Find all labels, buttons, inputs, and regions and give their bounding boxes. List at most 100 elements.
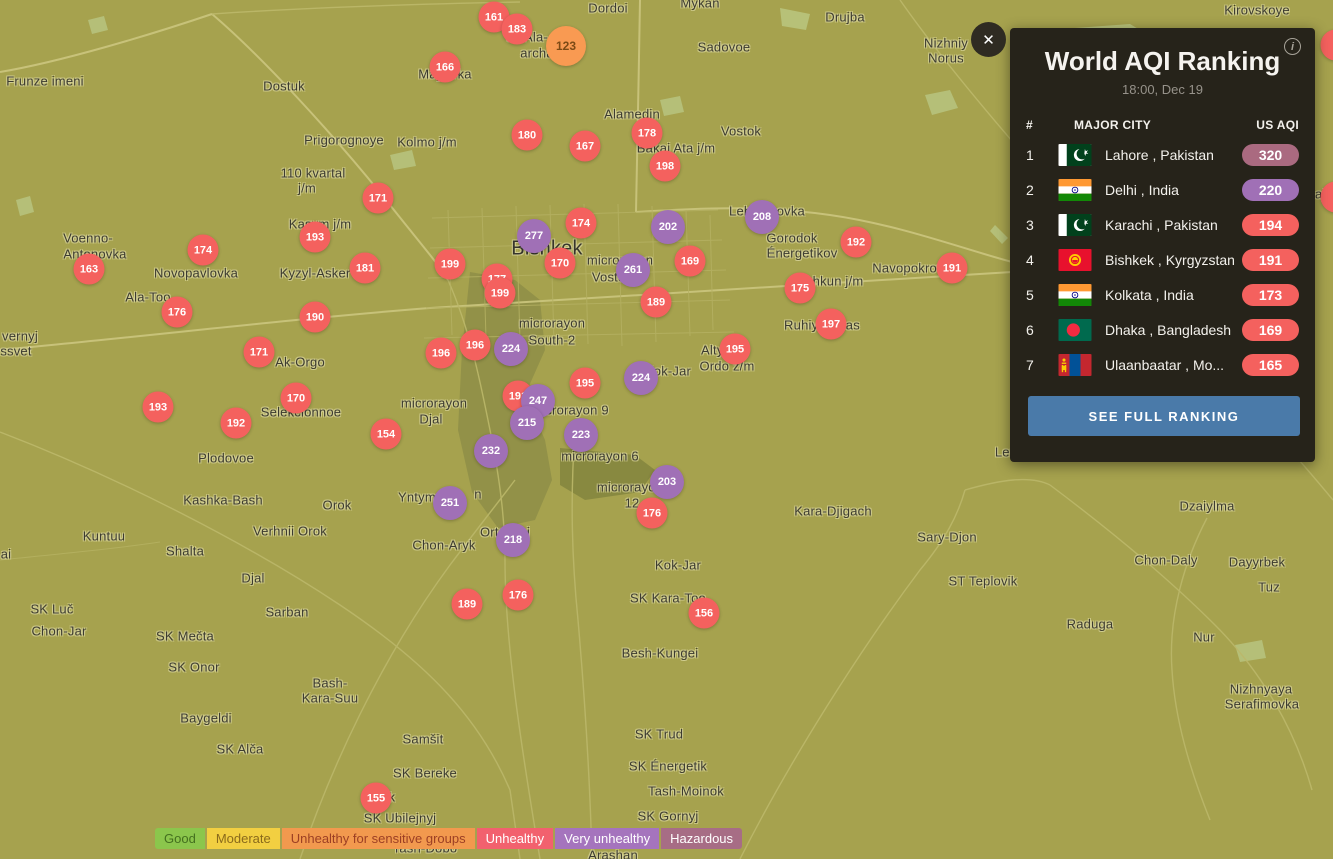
aqi-marker[interactable]: 232 (474, 434, 508, 468)
aqi-marker[interactable]: 196 (459, 329, 491, 361)
aqi-marker[interactable]: 189 (640, 286, 672, 318)
map-place-label: Kok-Jar (654, 557, 702, 573)
aqi-marker[interactable]: 180 (511, 119, 543, 151)
map-place-label: Bash- (312, 675, 348, 691)
aqi-marker[interactable]: 156 (688, 597, 720, 629)
aqi-marker[interactable]: 198 (649, 150, 681, 182)
in-flag-icon (1058, 178, 1092, 201)
aqi-marker[interactable]: 193 (142, 391, 174, 423)
aqi-marker[interactable]: 251 (433, 486, 467, 520)
aqi-marker[interactable]: 193 (299, 221, 331, 253)
aqi-marker[interactable]: 170 (544, 247, 576, 279)
aqi-marker[interactable]: 195 (719, 333, 751, 365)
map-place-label: Djal (419, 411, 443, 427)
aqi-marker[interactable]: 178 (631, 117, 663, 149)
aqi-marker[interactable]: 192 (840, 226, 872, 258)
aqi-marker[interactable]: 218 (496, 523, 530, 557)
aqi-marker[interactable]: 197 (815, 308, 847, 340)
map-place-label: Samšit (402, 731, 444, 747)
map-place-label: South-2 (528, 332, 576, 348)
aqi-marker[interactable]: 170 (280, 382, 312, 414)
close-panel-button[interactable]: ✕ (971, 22, 1006, 57)
aqi-badge: 173 (1242, 283, 1299, 306)
map-place-label: Orok (322, 497, 352, 513)
aqi-marker[interactable]: 190 (299, 301, 331, 333)
panel-timestamp: 18:00, Dec 19 (1122, 82, 1203, 97)
aqi-marker[interactable]: 277 (517, 219, 551, 253)
aqi-marker[interactable]: 208 (745, 200, 779, 234)
map-place-label: SK Bereke (393, 765, 457, 781)
map-place-label: Kirovskoye (1224, 2, 1290, 18)
aqi-marker[interactable]: 196 (425, 337, 457, 369)
legend-item: Hazardous (661, 828, 743, 849)
pk-flag-icon (1058, 143, 1092, 166)
aqi-badge: 169 (1242, 318, 1299, 341)
map-place-label: Kolmo j/m (397, 134, 457, 150)
aqi-marker[interactable]: 174 (187, 234, 219, 266)
aqi-marker[interactable]: 171 (243, 336, 275, 368)
aqi-marker[interactable]: 171 (362, 182, 394, 214)
city-name: Delhi , India (1105, 181, 1179, 198)
map-place-label: SK Alča (216, 741, 264, 757)
aqi-marker[interactable]: 215 (510, 406, 544, 440)
map-place-label: Tuz (1258, 579, 1280, 595)
map-place-label: Sary-Djon (917, 529, 977, 545)
aqi-marker[interactable]: 202 (651, 210, 685, 244)
map-place-label: SK Onor (168, 659, 220, 675)
aqi-marker[interactable]: 166 (429, 51, 461, 83)
map-place-label: Djal (241, 570, 265, 586)
map-place-label: Drujba (825, 9, 865, 25)
mn-flag-icon (1058, 353, 1092, 376)
map-place-label: Raduga (1066, 616, 1114, 632)
aqi-marker[interactable]: 174 (565, 207, 597, 239)
aqi-marker[interactable]: 169 (674, 245, 706, 277)
aqi-marker[interactable]: 203 (650, 465, 684, 499)
aqi-marker[interactable]: 199 (484, 277, 516, 309)
aqi-marker[interactable]: 167 (569, 130, 601, 162)
ranking-row[interactable]: 2 Delhi , India 220 (1010, 172, 1315, 207)
world-aqi-ranking-panel: i World AQI Ranking 18:00, Dec 19 # MAJO… (1010, 28, 1315, 462)
aqi-marker[interactable]: 199 (434, 248, 466, 280)
map-place-label: Tash-Moinok (648, 783, 724, 799)
map-place-label: ssvet (0, 343, 32, 359)
ranking-rows: 1 Lahore , Pakistan 320 2 Delhi , India 220 3 K… (1010, 137, 1315, 382)
map-place-label: Ak-Orgo (275, 354, 325, 370)
aqi-marker[interactable]: 224 (624, 361, 658, 395)
aqi-marker[interactable]: 176 (636, 497, 668, 529)
aqi-marker[interactable]: 191 (936, 252, 968, 284)
aqi-badge: 320 (1242, 143, 1299, 166)
aqi-marker[interactable]: 223 (564, 418, 598, 452)
aqi-marker[interactable]: 224 (494, 332, 528, 366)
aqi-marker[interactable]: 175 (784, 272, 816, 304)
aqi-marker[interactable]: 155 (360, 782, 392, 814)
rank-number: 4 (1026, 251, 1034, 268)
ranking-row[interactable]: 4 Bishkek , Kyrgyzstan 191 (1010, 242, 1315, 277)
aqi-marker[interactable]: 176 (502, 579, 534, 611)
see-full-ranking-button[interactable]: SEE FULL RANKING (1028, 396, 1300, 436)
city-name: Lahore , Pakistan (1105, 146, 1214, 163)
ranking-row[interactable]: 6 Dhaka , Bangladesh 169 (1010, 312, 1315, 347)
aqi-marker[interactable]: 261 (616, 253, 650, 287)
aqi-marker[interactable]: 183 (501, 13, 533, 45)
aqi-marker[interactable]: 195 (569, 367, 601, 399)
ranking-row[interactable]: 7 Ulaanbaatar , Mo... 165 (1010, 347, 1315, 382)
map-place-label: Novopavlovka (153, 265, 239, 281)
map-place-label: Sarban (265, 604, 309, 620)
map-place-label: Énergetikov (766, 245, 838, 261)
aqi-marker[interactable]: 163 (73, 253, 105, 285)
aqi-marker[interactable]: 189 (451, 588, 483, 620)
ranking-row[interactable]: 3 Karachi , Pakistan 194 (1010, 207, 1315, 242)
aqi-marker[interactable]: 154 (370, 418, 402, 450)
map-place-label: Kara-Djigach (794, 503, 872, 519)
info-icon[interactable]: i (1284, 38, 1301, 55)
map-place-label: Prigorognoye (304, 132, 384, 148)
ranking-row[interactable]: 5 Kolkata , India 173 (1010, 277, 1315, 312)
aqi-marker[interactable]: 192 (220, 407, 252, 439)
city-name: Kolkata , India (1105, 286, 1194, 303)
map-place-label: Kuntuu (82, 528, 126, 544)
aqi-map[interactable]: Dordoi Mykan Drujba Kirovskoye Sadovoe Nizhni… (0, 0, 1333, 859)
ranking-row[interactable]: 1 Lahore , Pakistan 320 (1010, 137, 1315, 172)
aqi-marker[interactable]: 176 (161, 296, 193, 328)
aqi-marker[interactable]: 123 (546, 26, 586, 66)
aqi-marker[interactable]: 181 (349, 252, 381, 284)
